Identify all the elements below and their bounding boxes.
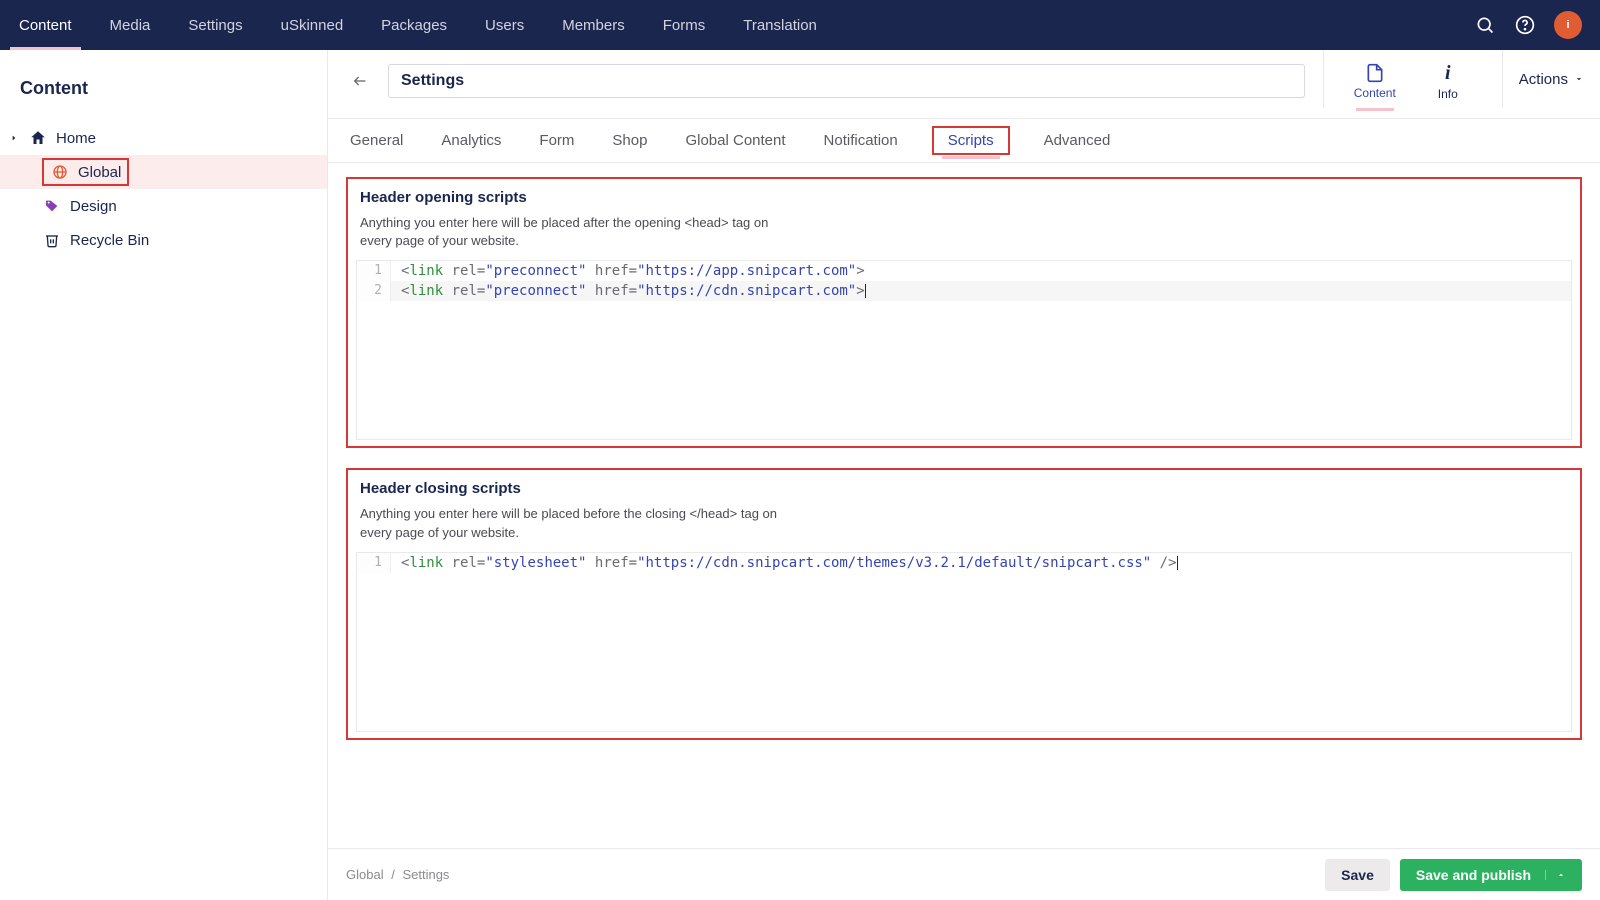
save-button[interactable]: Save (1325, 859, 1390, 891)
content-tabs: General Analytics Form Shop Global Content No… (328, 119, 1600, 163)
sidebar-item-global[interactable]: Global (0, 155, 327, 189)
topnav-item-forms[interactable]: Forms (644, 0, 725, 50)
editor-main: Content i Info Actions General Analytics F… (328, 50, 1600, 900)
sidebar-item-recycle-bin[interactable]: Recycle Bin (0, 223, 327, 257)
code-line: 1<link rel="stylesheet" href="https://cd… (357, 553, 1571, 573)
field-header-opening-scripts: Header opening scripts Anything you enter… (346, 177, 1582, 448)
tab-notification[interactable]: Notification (820, 126, 902, 155)
save-publish-caret[interactable] (1545, 870, 1566, 880)
tab-shop[interactable]: Shop (608, 126, 651, 155)
save-publish-label: Save and publish (1416, 867, 1531, 883)
top-nav: ContentMediaSettingsuSkinnedPackagesUser… (0, 0, 1600, 50)
document-icon (1365, 62, 1385, 84)
line-number: 1 (357, 553, 391, 573)
breadcrumb-current: Settings (402, 867, 449, 882)
field-description: Anything you enter here will be placed b… (348, 501, 808, 551)
trash-icon (42, 232, 62, 248)
topnav-item-packages[interactable]: Packages (362, 0, 466, 50)
tab-form[interactable]: Form (535, 126, 578, 155)
avatar[interactable]: i (1554, 11, 1582, 39)
topnav-item-users[interactable]: Users (466, 0, 543, 50)
field-header-closing-scripts: Header closing scripts Anything you enter… (346, 468, 1582, 739)
caret-up-icon (1556, 870, 1566, 880)
mode-tabs: Content i Info (1334, 58, 1488, 101)
caret-down-icon (1574, 74, 1584, 84)
breadcrumb-sep: / (391, 867, 395, 882)
form-area: Header opening scripts Anything you enter… (328, 163, 1600, 900)
topnav-item-media[interactable]: Media (91, 0, 170, 50)
actions-label: Actions (1519, 71, 1568, 88)
topnav-item-content[interactable]: Content (0, 0, 91, 50)
code-text: <link rel="preconnect" href="https://cdn… (391, 281, 1571, 301)
field-title: Header opening scripts (360, 189, 1568, 206)
tab-general[interactable]: General (346, 126, 407, 155)
topnav-item-uskinned[interactable]: uSkinned (262, 0, 363, 50)
caret-right-icon[interactable] (8, 134, 20, 142)
line-number: 2 (357, 281, 391, 301)
tree-label: Home (56, 130, 96, 147)
sidebar-item-home[interactable]: Home (0, 121, 327, 155)
topnav-item-settings[interactable]: Settings (169, 0, 261, 50)
info-icon: i (1445, 62, 1451, 85)
tab-global-content[interactable]: Global Content (681, 126, 789, 155)
mode-tab-label: Content (1354, 86, 1396, 100)
sidebar-title: Content (0, 78, 327, 121)
tree-label: Global (78, 164, 121, 181)
mode-tab-info[interactable]: i Info (1424, 58, 1472, 101)
mode-tab-content[interactable]: Content (1350, 58, 1400, 101)
tab-advanced[interactable]: Advanced (1040, 126, 1115, 155)
tab-scripts[interactable]: Scripts (932, 126, 1010, 155)
breadcrumb-parent[interactable]: Global (346, 867, 384, 882)
code-line: 1<link rel="preconnect" href="https://ap… (357, 261, 1571, 281)
code-editor[interactable]: 1<link rel="preconnect" href="https://ap… (356, 260, 1572, 440)
code-editor[interactable]: 1<link rel="stylesheet" href="https://cd… (356, 552, 1572, 732)
save-publish-button[interactable]: Save and publish (1400, 859, 1582, 891)
field-title: Header closing scripts (360, 480, 1568, 497)
page-title-input[interactable] (388, 64, 1305, 98)
top-nav-tools: i (1474, 11, 1582, 39)
content-tree: Home Global Design Recycle Bin (0, 121, 327, 257)
sidebar-item-design[interactable]: Design (0, 189, 327, 223)
tab-analytics[interactable]: Analytics (437, 126, 505, 155)
topnav-item-translation[interactable]: Translation (724, 0, 836, 50)
tree-label: Recycle Bin (70, 232, 149, 249)
tree-label: Design (70, 198, 117, 215)
tag-icon (42, 198, 62, 214)
editor-footer: Global / Settings Save Save and publish (328, 848, 1600, 900)
globe-icon (50, 164, 70, 180)
code-line: 2<link rel="preconnect" href="https://cd… (357, 281, 1571, 301)
mode-tab-label: Info (1438, 87, 1458, 101)
code-text: <link rel="stylesheet" href="https://cdn… (391, 553, 1571, 573)
line-number: 1 (357, 261, 391, 281)
breadcrumb: Global / Settings (346, 867, 449, 882)
sidebar: Content Home Global Design Recycle Bin (0, 50, 328, 900)
home-icon (28, 129, 48, 147)
field-description: Anything you enter here will be placed a… (348, 210, 808, 260)
back-button[interactable] (346, 67, 374, 95)
code-text: <link rel="preconnect" href="https://app… (391, 261, 1571, 281)
actions-dropdown[interactable]: Actions (1502, 50, 1600, 108)
footer-actions: Save Save and publish (1325, 859, 1582, 891)
help-icon[interactable] (1514, 14, 1536, 36)
topnav-item-members[interactable]: Members (543, 0, 644, 50)
top-nav-items: ContentMediaSettingsuSkinnedPackagesUser… (0, 0, 836, 50)
search-icon[interactable] (1474, 14, 1496, 36)
